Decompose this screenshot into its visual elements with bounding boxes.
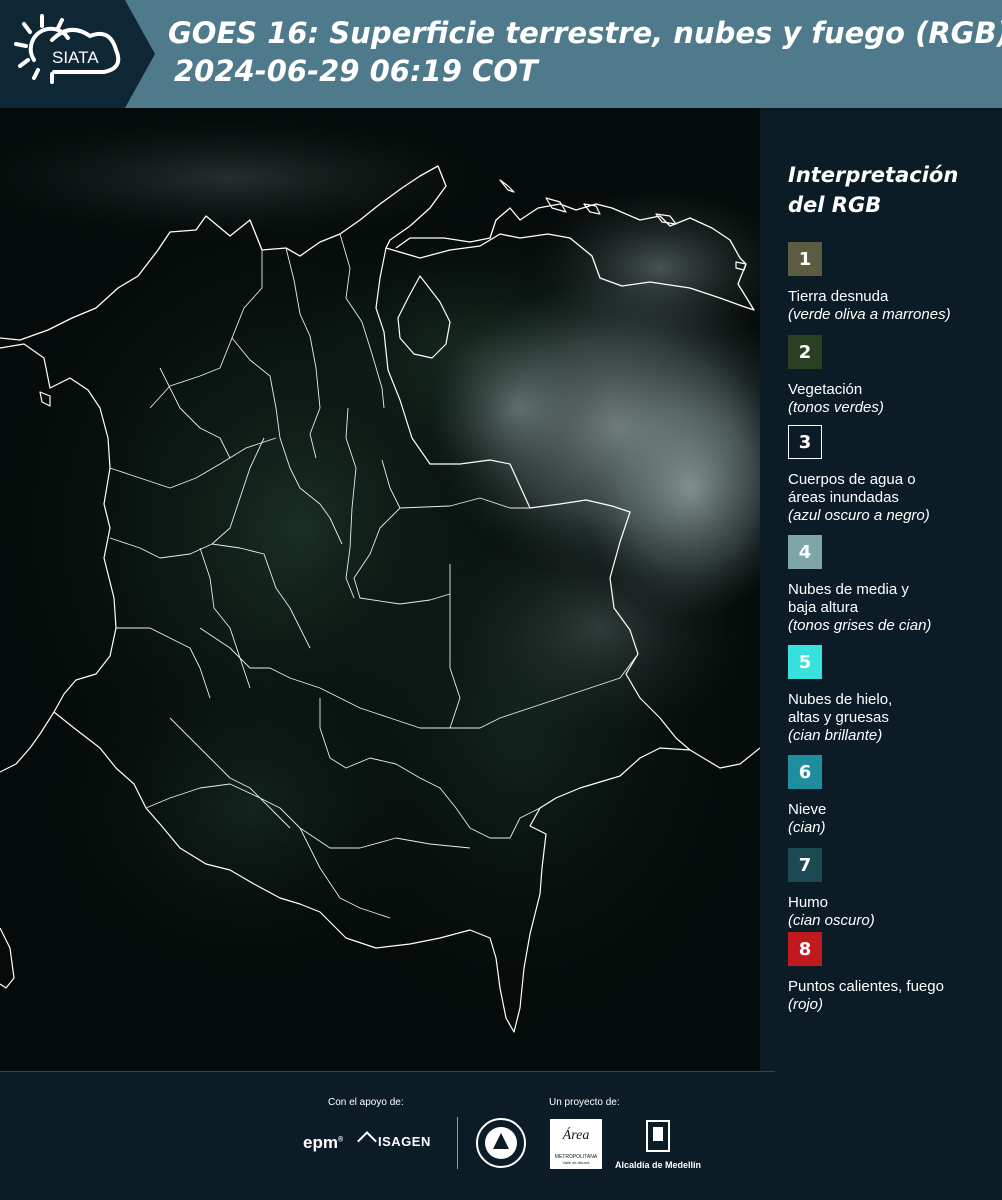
legend-swatch: 3: [788, 425, 822, 459]
legend-item-name: Nieve: [788, 801, 827, 818]
legend-swatch: 1: [788, 242, 822, 276]
legend-item-name: Vegetación: [788, 381, 863, 398]
legend-item-desc: (tonos grises de cian): [788, 617, 932, 634]
sponsor-divider: [457, 1117, 458, 1169]
legend-item-desc: (verde oliva a marrones): [788, 306, 951, 323]
legend-item: 8 Puntos calientes, fuego (rojo): [788, 932, 1000, 1014]
legend: Interpretación del RGB 1 Tierra desnuda (v…: [788, 160, 998, 1013]
legend-swatch: 2: [788, 335, 822, 369]
legend-swatch: 5: [788, 645, 822, 679]
legend-item: 6 Nieve (cian): [788, 755, 1000, 837]
legend-swatch: 8: [788, 932, 822, 966]
page-title: GOES 16: Superficie terrestre, nubes y f…: [168, 14, 1002, 90]
title-line-1: GOES 16: Superficie terrestre, nubes y f…: [168, 16, 1002, 50]
legend-item: 1 Tierra desnuda (verde oliva a marrones): [788, 242, 1000, 324]
satellite-map-canvas: [0, 108, 760, 1071]
sponsor-epm-text: epm: [303, 1133, 338, 1152]
legend-item: 4 Nubes de media y baja altura (tonos gris…: [788, 535, 1000, 635]
sponsor-isagen[interactable]: ISAGEN: [357, 1131, 431, 1151]
legend-item: 5 Nubes de hielo, altas y gruesas (cian br…: [788, 645, 1000, 745]
area-logo-main: Área: [562, 1128, 590, 1143]
footer-divider-line: [0, 1071, 775, 1072]
logo-area: SIATA: [0, 0, 155, 108]
legend-swatch: 6: [788, 755, 822, 789]
legend-item: 2 Vegetación (tonos verdes): [788, 335, 1000, 417]
legend-item-desc: (rojo): [788, 996, 824, 1013]
sponsor-alcaldia[interactable]: Alcaldía de Medellín: [612, 1119, 704, 1170]
legend-swatch: 7: [788, 848, 822, 882]
legend-item: 7 Humo (cian oscuro): [788, 848, 1000, 930]
legend-item-desc: (tonos verdes): [788, 399, 884, 416]
legend-item-name: Puntos calientes, fuego: [788, 978, 944, 995]
legend-item-desc: (cian oscuro): [788, 912, 875, 929]
sponsor-alcaldia-text: Alcaldía de Medellín: [614, 1160, 702, 1170]
siata-logo: SIATA: [14, 14, 121, 84]
header: SIATA GOES 16: Superficie terrestre, nub…: [0, 0, 1002, 108]
legend-item-name: Nubes de media y baja altura: [788, 581, 909, 616]
legend-title: Interpretación del RGB: [788, 163, 959, 217]
sponsor-area-metropolitana[interactable]: Área METROPOLITANA Valle de Aburrá: [550, 1119, 602, 1169]
seal-icon: [476, 1118, 526, 1168]
project-label: Un proyecto de:: [549, 1097, 620, 1108]
legend-item: 3 Cuerpos de agua o áreas inundadas (azul …: [788, 425, 1000, 525]
legend-item-name: Humo: [788, 894, 829, 911]
legend-item-desc: (azul oscuro a negro): [788, 507, 930, 524]
area-logo-sub2: Valle de Aburrá: [562, 1160, 590, 1165]
logo-text: SIATA: [52, 48, 99, 67]
legend-item-name: Tierra desnuda: [788, 288, 889, 305]
sponsor-isagen-text: ISAGEN: [378, 1134, 431, 1149]
legend-item-name: Cuerpos de agua o áreas inundadas: [788, 471, 916, 506]
sponsor-epm[interactable]: epm®: [303, 1133, 343, 1153]
satellite-map[interactable]: [0, 108, 760, 1071]
legend-item-desc: (cian brillante): [788, 727, 883, 744]
legend-swatch: 4: [788, 535, 822, 569]
support-label: Con el apoyo de:: [328, 1097, 404, 1108]
footer: Con el apoyo de: Un proyecto de: epm® IS…: [0, 1071, 1002, 1200]
isagen-icon: [357, 1131, 377, 1151]
title-line-2: 2024-06-29 06:19 COT: [174, 54, 538, 88]
medellin-shield-icon: [646, 1120, 670, 1152]
legend-item-name: Nubes de hielo, altas y gruesas: [788, 691, 893, 726]
legend-item-desc: (cian): [788, 819, 826, 836]
